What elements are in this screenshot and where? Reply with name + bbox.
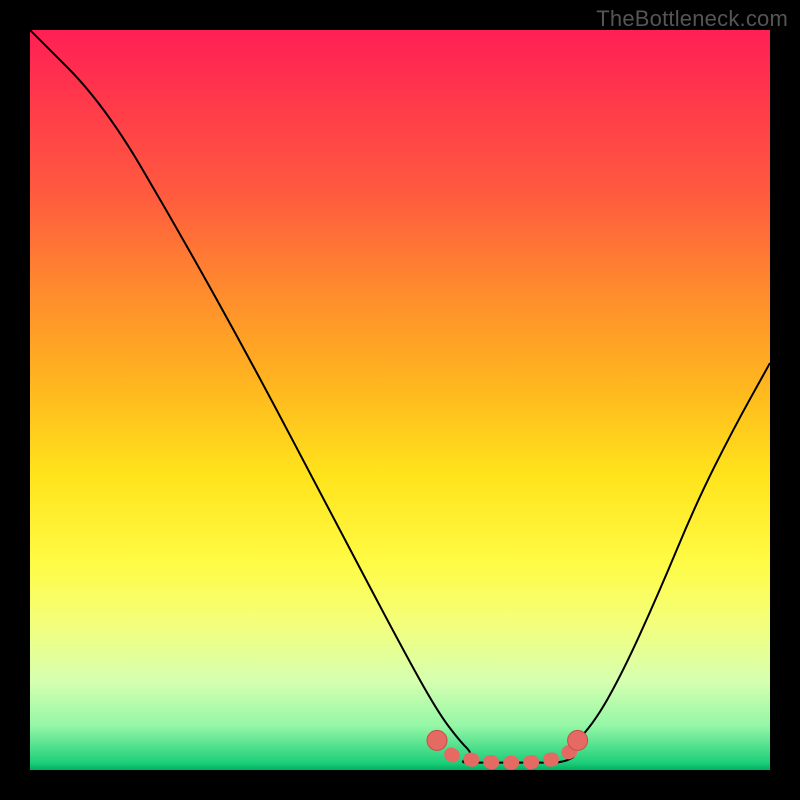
plot-area: [30, 30, 770, 770]
marker-dot: [427, 730, 447, 750]
watermark-text: TheBottleneck.com: [596, 6, 788, 32]
marker-trail: [437, 740, 578, 762]
chart-frame: TheBottleneck.com: [0, 0, 800, 800]
marker-dot: [568, 730, 588, 750]
bottleneck-curve: [30, 30, 770, 763]
curve-svg: [30, 30, 770, 770]
